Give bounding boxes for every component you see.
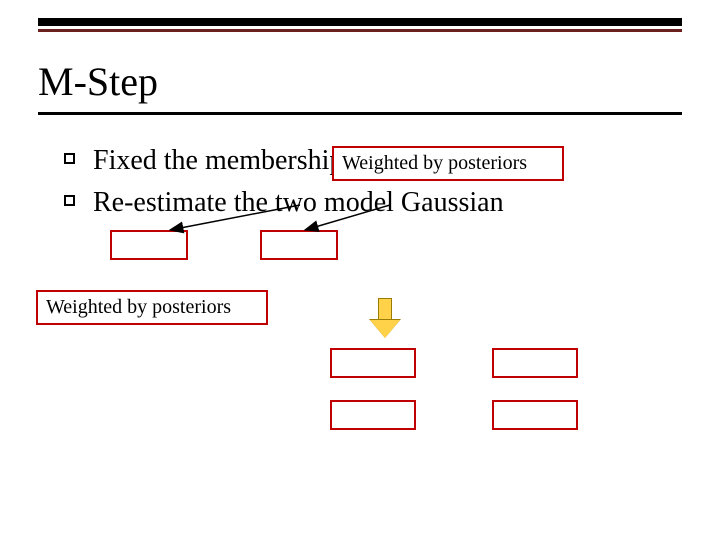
redbox [330,348,416,378]
slide: M-Step Fixed the membership Re-estimate … [0,0,720,540]
redbox [492,348,578,378]
redbox [110,230,188,260]
callout-weighted-top: Weighted by posteriors [332,146,564,181]
redbox [492,400,578,430]
slide-title: M-Step [38,58,158,105]
bullet-marker-icon [64,153,75,164]
title-underline [38,112,682,115]
top-rule-thin [38,29,682,32]
top-rule-thick [38,18,682,26]
redbox [260,230,338,260]
bullet-text: Re-estimate the two model Gaussian [93,184,664,222]
redbox [330,400,416,430]
callout-weighted-left: Weighted by posteriors [36,290,268,325]
top-rule [38,18,682,32]
bullet-marker-icon [64,195,75,206]
list-item: Re-estimate the two model Gaussian [64,184,664,222]
